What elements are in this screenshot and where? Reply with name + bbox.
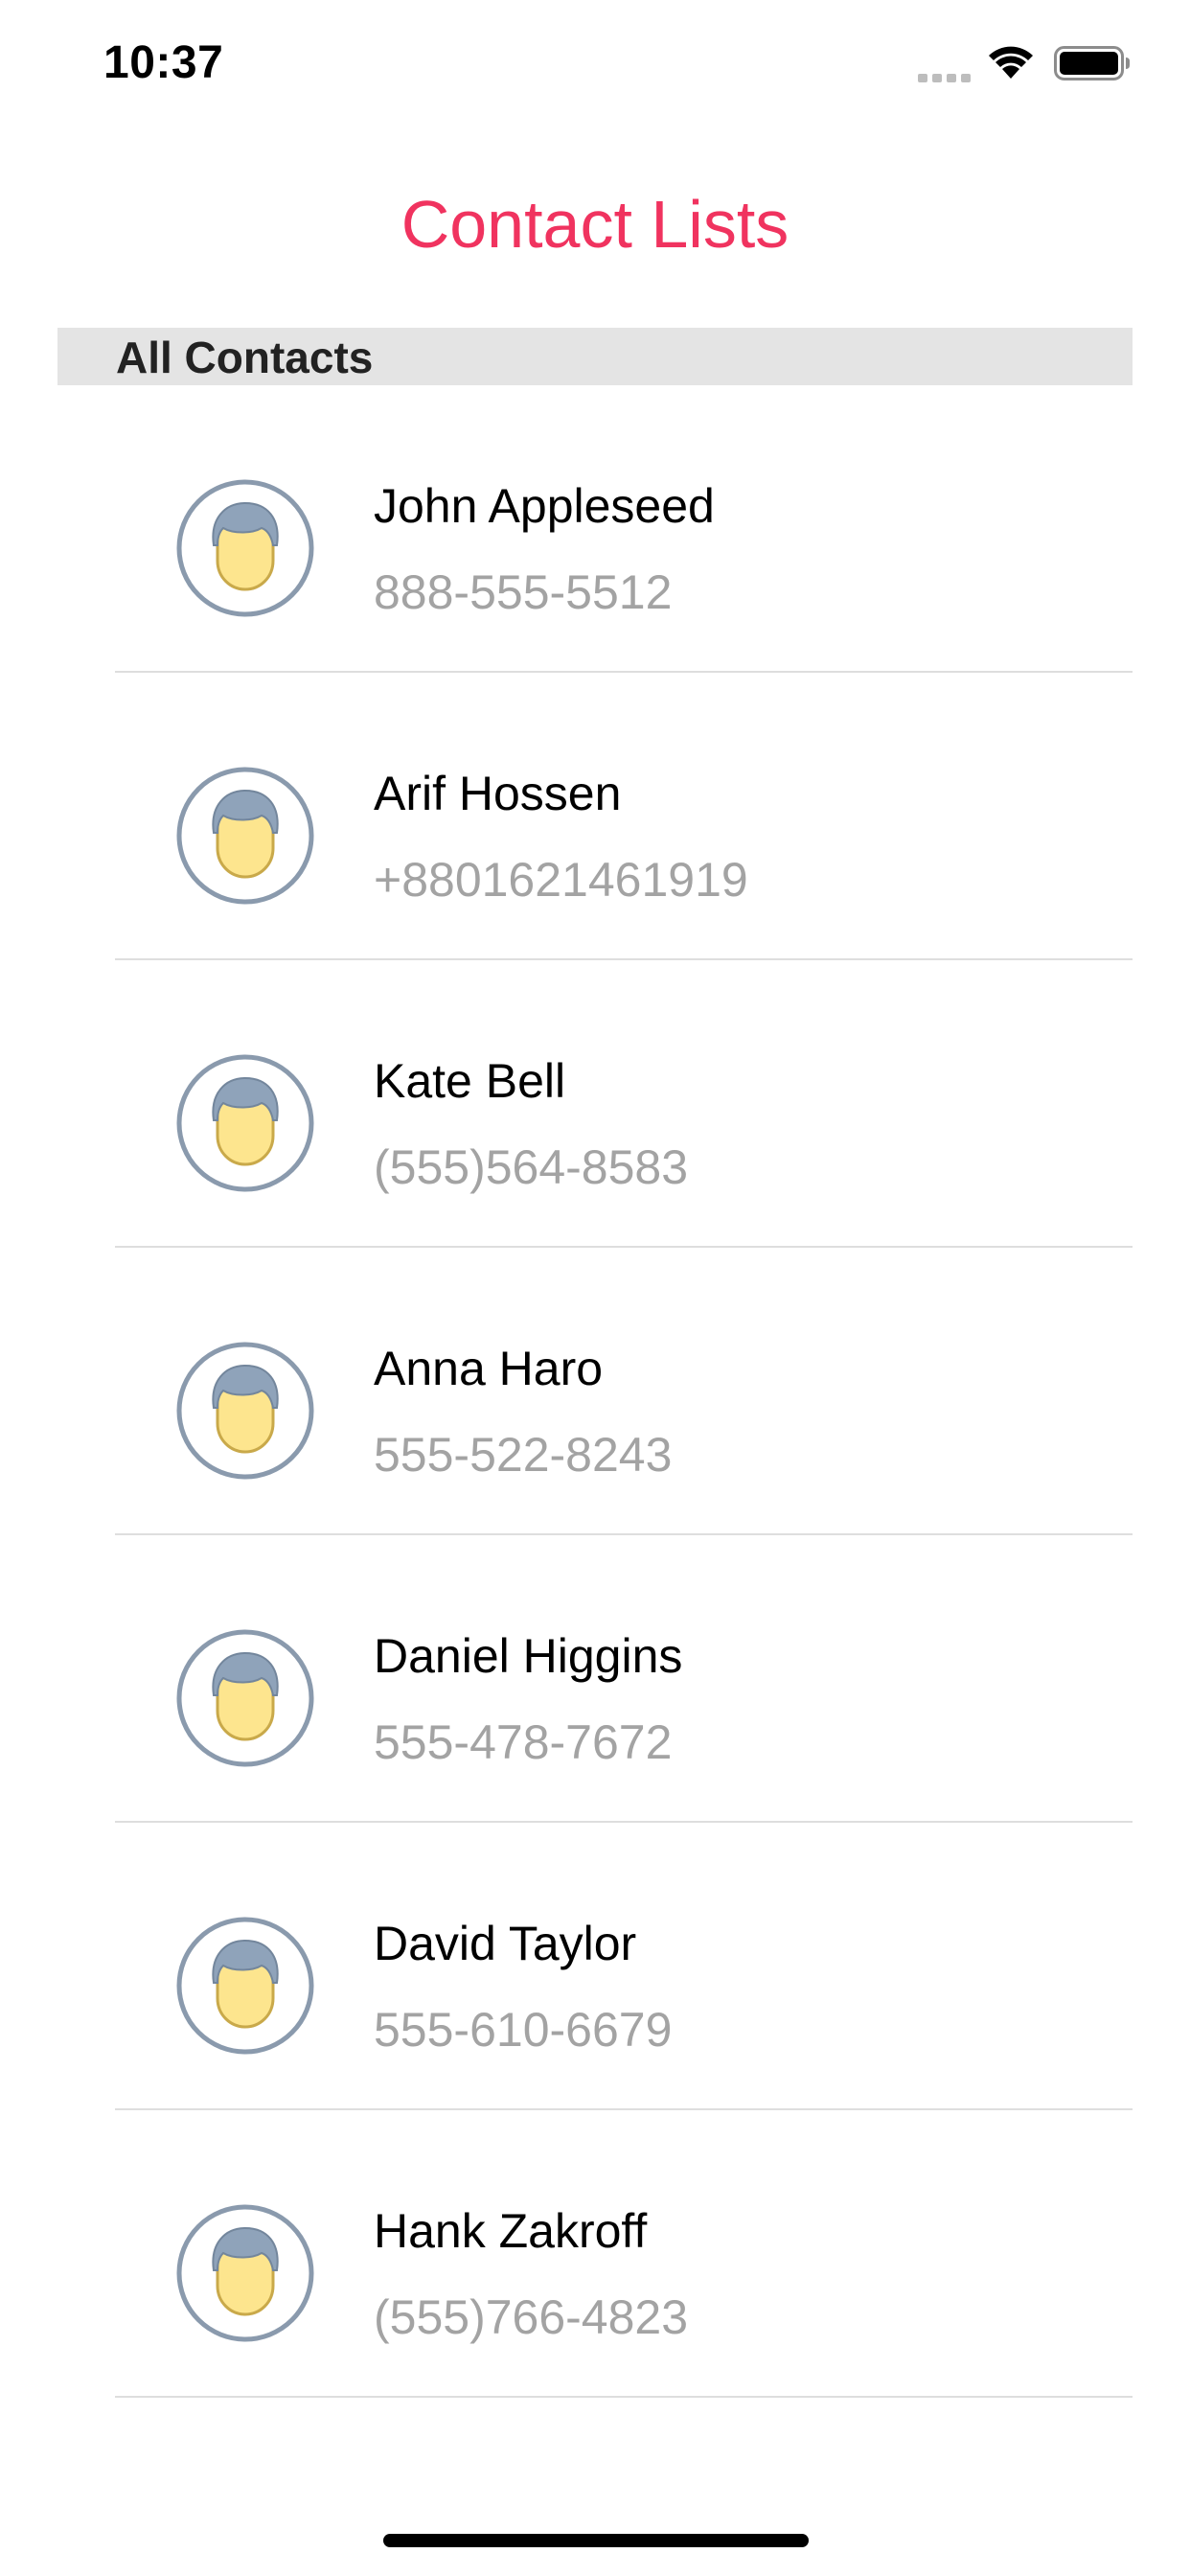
contact-row[interactable]: David Taylor 555-610-6679 (0, 1823, 1190, 2110)
contact-name: Arif Hossen (374, 767, 622, 820)
wifi-icon (987, 44, 1035, 80)
cellular-signal-icon (918, 71, 972, 82)
contact-name: John Appleseed (374, 479, 715, 533)
contact-phone: 555-478-7672 (374, 1715, 673, 1769)
section-header-label: All Contacts (116, 333, 374, 382)
contact-name: Kate Bell (374, 1054, 566, 1108)
person-avatar-icon (175, 1628, 315, 1768)
person-avatar-icon (175, 2203, 315, 2343)
contact-name: David Taylor (374, 1917, 637, 1970)
person-avatar-icon (175, 1341, 315, 1481)
person-avatar-icon (175, 478, 315, 618)
section-header: All Contacts (57, 328, 1133, 385)
contact-row[interactable]: John Appleseed 888-555-5512 (0, 385, 1190, 673)
contact-row[interactable]: Hank Zakroff (555)766-4823 (0, 2110, 1190, 2398)
contact-name: Daniel Higgins (374, 1629, 683, 1683)
status-bar: 10:37 (0, 0, 1190, 126)
contact-phone: 555-522-8243 (374, 1428, 673, 1482)
contact-list: John Appleseed 888-555-5512 Arif Hossen … (0, 385, 1190, 2398)
contact-phone: +8801621461919 (374, 853, 748, 907)
contact-name: Hank Zakroff (374, 2204, 648, 2258)
person-avatar-icon (175, 1053, 315, 1193)
contact-row[interactable]: Daniel Higgins 555-478-7672 (0, 1535, 1190, 1823)
row-divider (115, 2396, 1133, 2398)
contact-phone: (555)564-8583 (374, 1140, 689, 1194)
contact-name: Anna Haro (374, 1342, 604, 1395)
battery-icon (1054, 46, 1131, 80)
page-title: Contact Lists (400, 187, 790, 262)
home-indicator[interactable] (383, 2534, 809, 2547)
contact-phone: 888-555-5512 (374, 565, 673, 619)
contact-row[interactable]: Anna Haro 555-522-8243 (0, 1248, 1190, 1535)
contact-row[interactable]: Arif Hossen +8801621461919 (0, 673, 1190, 960)
person-avatar-icon (175, 766, 315, 906)
contact-phone: 555-610-6679 (374, 2003, 673, 2057)
contact-phone: (555)766-4823 (374, 2290, 689, 2344)
person-avatar-icon (175, 1916, 315, 2056)
status-time: 10:37 (103, 37, 224, 88)
contact-row[interactable]: Kate Bell (555)564-8583 (0, 960, 1190, 1248)
